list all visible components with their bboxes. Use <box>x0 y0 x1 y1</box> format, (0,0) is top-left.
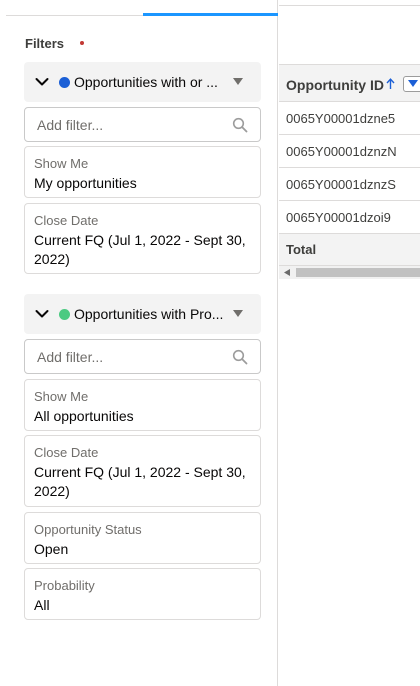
filter-group-1-title: Opportunities with or ... <box>74 74 218 90</box>
filter-value: My opportunities <box>34 175 137 191</box>
opportunity-id-cell: 0065Y00001dznzN <box>286 144 397 159</box>
table-row[interactable]: 0065Y00001dznzN <box>279 135 420 168</box>
filter-label: Probability <box>34 578 95 593</box>
filters-heading: Filters <box>25 36 65 51</box>
panel-tabstrip <box>6 0 278 16</box>
total-row: Total <box>279 234 420 266</box>
opportunity-id-cell: 0065Y00001dzne5 <box>286 111 396 126</box>
filter-group-2-header[interactable]: Opportunities with Pro... <box>24 294 261 334</box>
add-filter-field[interactable] <box>37 116 227 134</box>
filter-label: Show Me <box>34 389 89 404</box>
group-1-color-dot <box>59 77 70 88</box>
search-icon <box>232 117 248 133</box>
total-label: Total <box>286 242 317 257</box>
report-panel: Opportunity ID 0065Y00001dzne5 0065Y0000… <box>279 0 420 686</box>
table-row[interactable]: 0065Y00001dzoi9 <box>279 201 420 234</box>
filter-label: Opportunity Status <box>34 522 142 537</box>
filter-card-probability[interactable]: Probability All <box>24 568 261 620</box>
caret-down-icon[interactable] <box>233 310 243 318</box>
filter-value: Open <box>34 541 69 557</box>
active-tab-indicator <box>143 13 278 16</box>
opportunity-id-cell: 0065Y00001dznzS <box>286 177 396 192</box>
filter-group-1-header[interactable]: Opportunities with or ... <box>24 62 261 102</box>
chevron-down-icon[interactable] <box>35 75 49 89</box>
filter-value: All opportunities <box>34 408 134 424</box>
required-indicator <box>80 41 84 45</box>
add-filter-field[interactable] <box>37 348 227 366</box>
table-row[interactable]: 0065Y00001dznzS <box>279 168 420 201</box>
sort-ascending-icon[interactable] <box>386 78 395 90</box>
column-menu-button[interactable] <box>403 76 420 92</box>
report-top-strip <box>279 0 420 6</box>
opportunity-id-cell: 0065Y00001dzoi9 <box>286 210 391 225</box>
table-row[interactable]: 0065Y00001dzne5 <box>279 102 420 135</box>
filter-value: Current FQ (Jul 1, 2022 - Sept 30, 2022) <box>34 232 246 267</box>
filter-label: Close Date <box>34 213 99 228</box>
filter-value: All <box>34 597 50 613</box>
filter-card-opportunity-status[interactable]: Opportunity Status Open <box>24 512 261 564</box>
filter-label: Close Date <box>34 445 99 460</box>
filter-card-close-date[interactable]: Close Date Current FQ (Jul 1, 2022 - Sep… <box>24 203 261 274</box>
filter-label: Show Me <box>34 156 89 171</box>
filter-card-close-date[interactable]: Close Date Current FQ (Jul 1, 2022 - Sep… <box>24 435 261 507</box>
chevron-down-icon[interactable] <box>35 307 49 321</box>
add-filter-input-1[interactable] <box>24 107 261 142</box>
filter-value: Current FQ (Jul 1, 2022 - Sept 30, 2022) <box>34 464 246 499</box>
filters-panel: Filters Opportunities with or ... Show M… <box>6 0 278 686</box>
scrollbar-thumb[interactable] <box>296 268 420 277</box>
filter-card-show-me[interactable]: Show Me All opportunities <box>24 379 261 431</box>
caret-down-icon[interactable] <box>233 78 243 86</box>
filter-group-2-title: Opportunities with Pro... <box>74 306 224 322</box>
filter-card-show-me[interactable]: Show Me My opportunities <box>24 146 261 198</box>
search-icon <box>232 349 248 365</box>
scroll-left-arrow-icon[interactable] <box>284 269 290 276</box>
caret-down-icon <box>408 80 418 87</box>
horizontal-scrollbar[interactable] <box>279 266 420 279</box>
column-header-opportunity-id[interactable]: Opportunity ID <box>279 64 420 102</box>
group-2-color-dot <box>59 309 70 320</box>
column-header-label: Opportunity ID <box>286 77 384 93</box>
add-filter-input-2[interactable] <box>24 339 261 374</box>
